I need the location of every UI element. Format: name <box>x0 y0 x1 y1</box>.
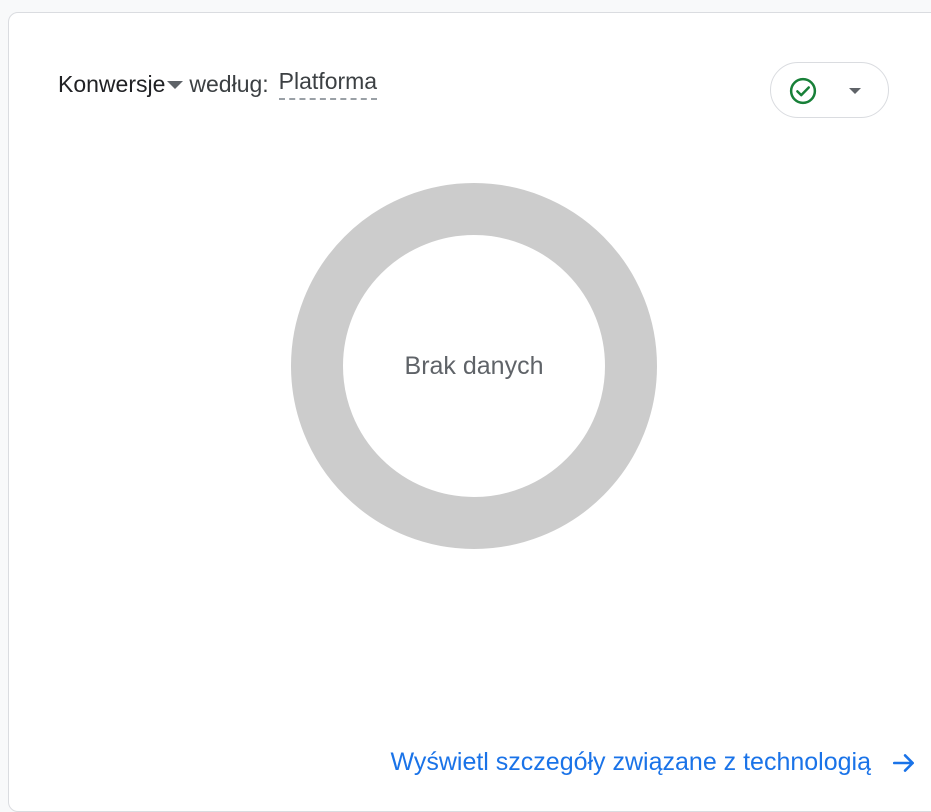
metric-label: Konwersje <box>58 70 166 97</box>
metric-selector[interactable]: Konwersje <box>58 70 184 98</box>
check-circle-icon <box>789 77 817 105</box>
link-label: Wyświetl szczegóły związane z technologi… <box>390 748 871 776</box>
no-data-text: Brak danych <box>404 351 544 380</box>
chevron-down-icon <box>849 88 861 94</box>
data-quality-chip[interactable] <box>770 62 889 118</box>
card-title: Konwersje według: Platforma <box>58 68 378 100</box>
by-label: według: <box>189 70 269 97</box>
caret-down-icon <box>167 81 184 89</box>
view-technology-details-link[interactable]: Wyświetl szczegóły związane z technologi… <box>390 748 917 777</box>
no-data-message: Brak danych <box>291 183 657 549</box>
technology-card: Konwersje według: Platforma Brak danych … <box>8 12 931 812</box>
dimension-selector[interactable]: Platforma <box>278 68 378 100</box>
arrow-right-icon <box>892 753 914 772</box>
